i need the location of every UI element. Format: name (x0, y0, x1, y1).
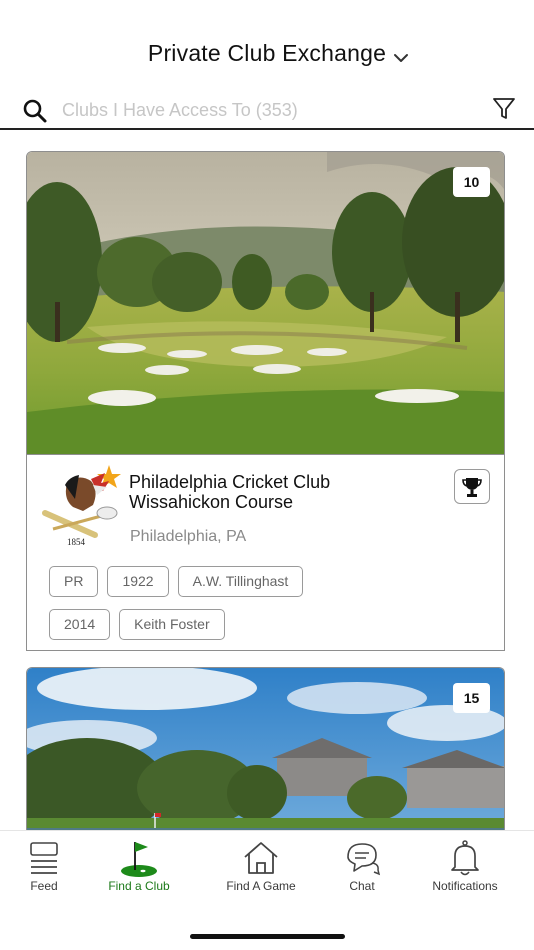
search-input[interactable] (62, 96, 462, 124)
trophy-button[interactable] (454, 469, 490, 504)
tab-find-a-game[interactable]: Find A Game (211, 831, 311, 901)
chat-icon (347, 843, 381, 876)
club-name-line2[interactable]: Wissahickon Course (129, 492, 449, 512)
tag-row: 2014 Keith Foster (49, 609, 479, 640)
tab-notifications[interactable]: Notifications (415, 831, 515, 901)
trophy-icon (462, 477, 482, 497)
tag-architect[interactable]: A.W. Tillinghast (177, 566, 304, 597)
tag-renovation-year[interactable]: 2014 (49, 609, 111, 640)
photo-count-badge: 15 (453, 683, 490, 713)
tab-label: Feed (30, 879, 58, 893)
club-photo[interactable]: 10 (27, 152, 504, 454)
search-icon[interactable] (22, 98, 48, 124)
bottom-tab-bar: Feed Find a Club Find A Game Chat Notifi… (0, 830, 534, 950)
tab-feed[interactable]: Feed (0, 831, 94, 901)
golf-flag-icon (121, 842, 157, 877)
club-name-line1[interactable]: Philadelphia Cricket Club (129, 472, 449, 492)
page-title[interactable]: Private Club Exchange (148, 40, 386, 66)
app-header: Private Club Exchange (0, 0, 534, 96)
tab-label: Find A Game (226, 879, 296, 893)
club-name[interactable]: Philadelphia Cricket Club Wissahickon Co… (129, 472, 449, 512)
filter-icon[interactable] (491, 96, 517, 122)
logo-year: 1854 (67, 537, 85, 547)
tab-label: Find a Club (108, 879, 170, 893)
chevron-down-icon[interactable] (393, 52, 409, 64)
home-icon (244, 842, 278, 874)
tag-state[interactable]: PR (49, 566, 99, 597)
bell-icon (451, 840, 479, 876)
club-info: 1854 Philadelphia Cricket Club Wissahick… (27, 454, 504, 650)
tag-row: PR 1922 A.W. Tillinghast (49, 566, 479, 597)
golf-course-photo (27, 152, 504, 454)
tab-label: Notifications (432, 879, 498, 893)
tag-year-built[interactable]: 1922 (107, 566, 169, 597)
home-indicator[interactable] (190, 934, 345, 939)
club-tags: PR 1922 A.W. Tillinghast 2014 Keith Fost… (49, 566, 479, 650)
tab-chat[interactable]: Chat (312, 831, 412, 901)
tag-renovation-architect[interactable]: Keith Foster (119, 609, 225, 640)
photo-count-badge: 10 (453, 167, 490, 197)
tab-find-a-club[interactable]: Find a Club (89, 831, 189, 901)
search-bar (0, 92, 534, 130)
club-location: Philadelphia, PA (130, 528, 247, 545)
club-card[interactable]: 10 1854 Philadelphia Cricket Club Wissah… (26, 151, 505, 651)
club-exchange-selector[interactable]: Private Club Exchange (0, 40, 534, 67)
feed-icon (30, 842, 58, 874)
tab-label: Chat (349, 879, 375, 893)
